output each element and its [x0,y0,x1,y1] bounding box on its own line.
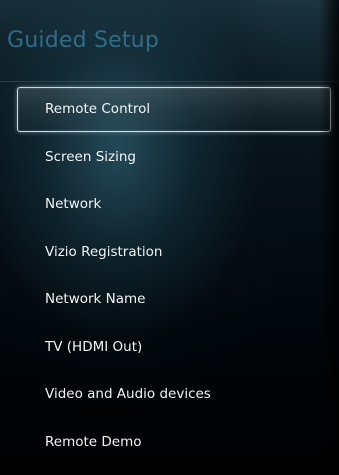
menu-item-remote-demo[interactable]: Remote Demo [17,420,331,465]
menu-item-video-audio-devices[interactable]: Video and Audio devices [17,372,331,417]
menu-item-tv-hdmi-out[interactable]: TV (HDMI Out) [17,325,331,370]
menu-item-network-name[interactable]: Network Name [17,277,331,322]
guided-setup-screen: Guided Setup Remote Control Screen Sizin… [0,0,339,475]
menu-item-network[interactable]: Network [17,182,331,227]
menu-item-remote-control[interactable]: Remote Control [17,87,331,132]
title-bar: Guided Setup [0,0,339,82]
setup-menu: Remote Control Screen Sizing Network Viz… [17,87,331,467]
menu-item-vizio-registration[interactable]: Vizio Registration [17,230,331,275]
page-title: Guided Setup [7,28,159,53]
menu-item-screen-sizing[interactable]: Screen Sizing [17,135,331,180]
